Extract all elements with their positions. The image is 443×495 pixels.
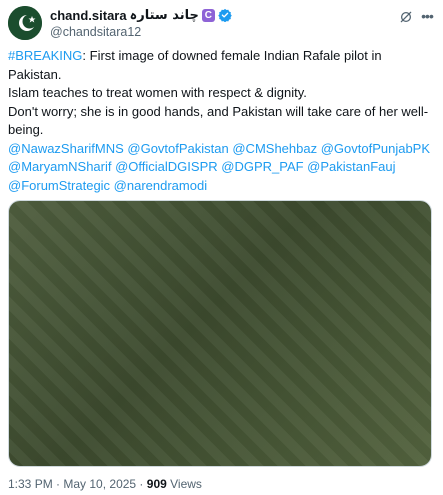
post-date[interactable]: May 10, 2025 bbox=[63, 477, 136, 491]
post-meta: 1:33 PM · May 10, 2025 · 909 Views bbox=[8, 477, 202, 491]
text-line-3: Don't worry; she is in good hands, and P… bbox=[8, 103, 429, 138]
text-line-1: #BREAKING: First image of downed female … bbox=[8, 47, 433, 84]
post-header: chand.sitara چاند ستارہ C @chandsitara12… bbox=[8, 6, 435, 40]
more-icon[interactable]: ••• bbox=[419, 8, 435, 24]
views-label: Views bbox=[166, 477, 202, 491]
post-text: #BREAKING: First image of downed female … bbox=[8, 47, 433, 195]
text-line-2: Islam teaches to treat women with respec… bbox=[8, 85, 307, 100]
verified-badge-icon[interactable] bbox=[218, 8, 232, 22]
affiliate-badge-icon[interactable]: C bbox=[201, 8, 215, 22]
meta-separator: · bbox=[52, 477, 64, 491]
avatar[interactable] bbox=[8, 6, 42, 40]
display-name[interactable]: chand.sitara bbox=[50, 8, 127, 23]
pakistan-flag-icon bbox=[8, 6, 42, 40]
author-names: chand.sitara چاند ستارہ C @chandsitara12 bbox=[50, 7, 232, 39]
author-line: chand.sitara چاند ستارہ C bbox=[50, 7, 232, 23]
urdu-display-name[interactable]: چاند ستارہ bbox=[130, 8, 199, 23]
media-image[interactable] bbox=[9, 201, 431, 466]
mentions-links[interactable]: @NawazSharifMNS @GovtofPakistan @CMShehb… bbox=[8, 140, 433, 196]
post-media[interactable] bbox=[8, 200, 432, 467]
author-handle[interactable]: @chandsitara12 bbox=[50, 25, 232, 39]
meta-separator: · bbox=[136, 477, 147, 491]
views-count: 909 bbox=[146, 477, 167, 491]
post-time[interactable]: 1:33 PM bbox=[8, 477, 53, 491]
grok-icon[interactable] bbox=[399, 10, 413, 24]
hashtag-link[interactable]: #BREAKING bbox=[8, 48, 82, 63]
